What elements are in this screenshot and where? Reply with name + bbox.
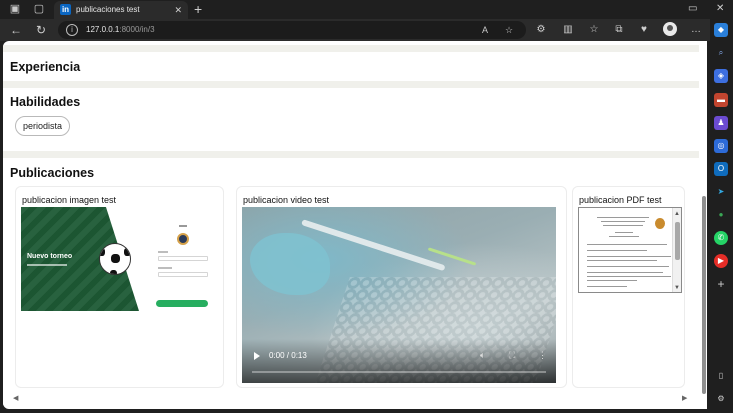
whatsapp-icon[interactable]: ✆ [714, 231, 728, 245]
post-title: publicacion PDF test [579, 195, 662, 205]
image-banner-text: Nuevo torneo [27, 253, 73, 260]
workspaces-icon[interactable]: ▣ [8, 2, 22, 16]
pdf-viewer[interactable]: ▲ ▼ [578, 207, 682, 293]
microsoft365-icon[interactable]: ◎ [714, 139, 728, 153]
pdf-text-line [615, 232, 633, 233]
collections-icon[interactable]: ⧉ [611, 22, 627, 38]
image-login-label [158, 251, 168, 253]
section-divider [3, 151, 699, 158]
tab-strip: ▣ ▢ in publicaciones test ✕ + ▭ ✕ [0, 0, 733, 19]
pdf-text-line [587, 260, 657, 261]
sidebar-toggle-icon[interactable]: ▯ [714, 369, 728, 383]
pdf-text-line [587, 244, 667, 245]
pdf-text-line [587, 276, 671, 277]
soccer-ball-icon [99, 243, 131, 275]
post-card-video[interactable]: publicacion video test 0:00 / 0:13 🔈︎ ⛶ … [236, 186, 567, 388]
post-image[interactable]: Nuevo torneo [21, 207, 213, 311]
pdf-scroll-thumb[interactable] [675, 222, 680, 260]
volume-icon[interactable]: 🔈︎ [480, 349, 485, 361]
scroll-right-icon[interactable]: ▶ [682, 394, 687, 404]
close-tab-icon[interactable]: ✕ [174, 4, 182, 16]
copilot-icon[interactable]: ◆ [714, 23, 728, 37]
pdf-text-line [597, 217, 649, 218]
pdf-text-line [587, 266, 669, 267]
pdf-text-line [601, 221, 645, 222]
tab-title: publicaciones test [76, 5, 140, 14]
section-divider [3, 45, 699, 52]
extensions-icon[interactable]: ⚙ [533, 22, 549, 38]
post-title: publicacion video test [243, 195, 330, 205]
image-login-field [158, 256, 208, 261]
page-vertical-scrollbar[interactable] [701, 41, 707, 399]
pdf-text-line [587, 256, 671, 257]
pdf-text-line [587, 250, 647, 251]
address-bar[interactable]: i 127.0.0.1:8000/in/3 A ☆ [58, 21, 526, 39]
video-player[interactable]: 0:00 / 0:13 🔈︎ ⛶ ⋮ [242, 207, 556, 383]
habilidades-title: Habilidades [10, 95, 81, 109]
skill-chip[interactable]: periodista [15, 116, 71, 136]
page-viewport: Experiencia Habilidades periodista Publi… [3, 41, 707, 409]
page-scroll-thumb[interactable] [702, 196, 706, 394]
video-controls-shade [242, 339, 556, 383]
new-tab-icon[interactable]: + [194, 1, 202, 17]
experiencia-title: Experiencia [10, 60, 81, 74]
video-progress-bar[interactable] [252, 371, 546, 373]
image-login-field [158, 272, 208, 277]
favorite-icon[interactable]: ☆ [505, 24, 513, 36]
image-banner-subtext [27, 264, 67, 266]
site-info-icon[interactable]: i [66, 24, 78, 36]
outlook-icon[interactable]: O [714, 162, 728, 176]
pdf-scrollbar[interactable]: ▲ ▼ [672, 208, 681, 292]
close-window-icon[interactable]: ✕ [716, 2, 724, 15]
edge-sidebar: ◆ ⌕ ◈ ▬ ♟ ◎ O ➤ ● ✆ ▶ + ▯ ⚙ [710, 19, 733, 413]
settings-icon[interactable]: ⚙ [714, 392, 728, 406]
profile-icon[interactable] [663, 22, 677, 36]
image-club-logo-icon [177, 233, 189, 245]
read-aloud-icon[interactable]: A [482, 24, 488, 36]
image-login-heading [179, 225, 187, 227]
browser-essentials-icon[interactable]: ♥ [636, 22, 652, 38]
posts-horizontal-scrollbar[interactable]: ◀ ▶ [3, 393, 699, 405]
pdf-scroll-down-icon[interactable]: ▼ [674, 284, 680, 292]
tree-icon[interactable]: ● [714, 208, 728, 222]
play-icon[interactable] [254, 352, 260, 360]
shopping-icon[interactable]: ◈ [714, 69, 728, 83]
video-time: 0:00 / 0:13 [269, 351, 307, 360]
telegram-icon[interactable]: ➤ [714, 185, 728, 199]
url-text[interactable]: 127.0.0.1:8000/in/3 [86, 24, 155, 36]
split-screen-icon[interactable]: ▥ [560, 22, 576, 38]
tab-actions-icon[interactable]: ▢ [32, 2, 46, 16]
post-card-pdf[interactable]: publicacion PDF test ▲ ▼ [572, 186, 685, 388]
tab-publicaciones[interactable]: in publicaciones test ✕ [54, 1, 188, 19]
post-card-image[interactable]: publicacion imagen test Nuevo torneo [15, 186, 224, 388]
pdf-text-line [587, 280, 637, 281]
pdf-seal-icon [655, 218, 665, 229]
pdf-text-line [609, 236, 639, 237]
publicaciones-title: Publicaciones [10, 166, 95, 180]
image-login-button [156, 300, 208, 307]
address-toolbar: ← ↻ i 127.0.0.1:8000/in/3 A ☆ ⚙ ▥ ☆ ⧉ ♥ … [0, 19, 710, 41]
fullscreen-icon[interactable]: ⛶ [509, 349, 515, 361]
minimize-icon[interactable]: ▭ [688, 2, 697, 15]
scroll-left-icon[interactable]: ◀ [13, 394, 18, 404]
add-icon[interactable]: + [714, 277, 728, 291]
more-icon[interactable]: … [688, 22, 704, 38]
youtube-icon[interactable]: ▶ [714, 254, 728, 268]
post-title: publicacion imagen test [22, 195, 117, 205]
pdf-text-line [587, 286, 627, 287]
search-icon[interactable]: ⌕ [714, 46, 728, 60]
pdf-text-line [603, 225, 643, 226]
video-more-icon[interactable]: ⋮ [538, 349, 547, 361]
linkedin-favicon-icon: in [60, 4, 71, 15]
refresh-icon[interactable]: ↻ [33, 22, 49, 38]
games-icon[interactable]: ♟ [714, 116, 728, 130]
section-divider [3, 81, 699, 88]
image-login-label [158, 267, 172, 269]
pdf-text-line [587, 272, 663, 273]
favorites-icon[interactable]: ☆ [586, 22, 602, 38]
pdf-scroll-up-icon[interactable]: ▲ [674, 210, 680, 218]
tools-icon[interactable]: ▬ [714, 93, 728, 107]
back-icon[interactable]: ← [8, 22, 24, 38]
browser-window: ▣ ▢ in publicaciones test ✕ + ▭ ✕ ← ↻ i … [0, 0, 733, 413]
